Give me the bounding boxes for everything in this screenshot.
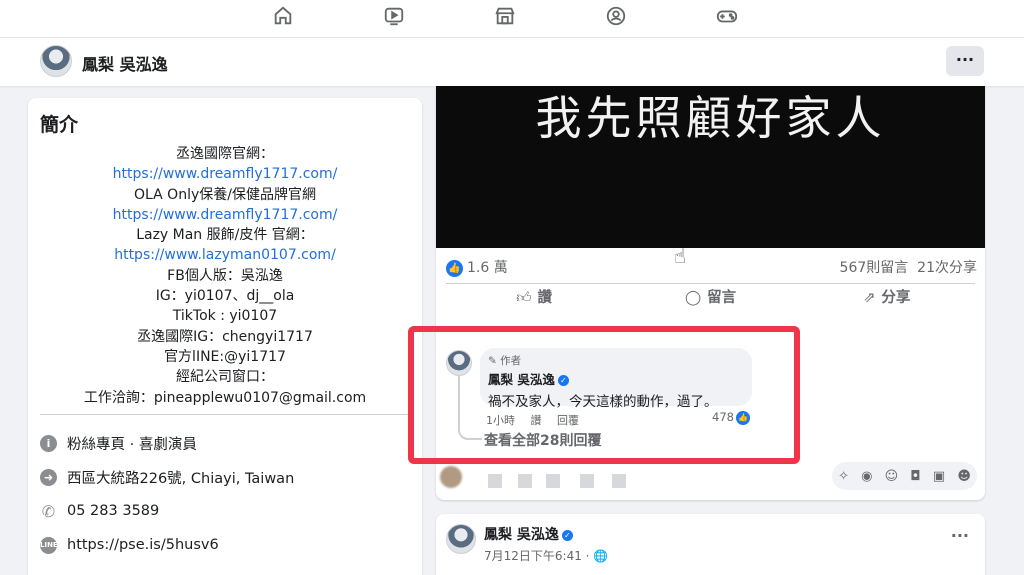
info-row-phone[interactable]: ✆ 05 283 3589 xyxy=(40,500,159,522)
location-icon: ➜ xyxy=(40,468,57,486)
post-more-button[interactable]: ··· xyxy=(951,526,969,545)
info-row-category: i 粉絲專頁 · 喜劇演員 xyxy=(40,432,197,454)
info-text: 粉絲專頁 · 喜劇演員 xyxy=(67,436,197,453)
shares-count[interactable]: 21次分享 xyxy=(917,260,977,276)
video-icon[interactable] xyxy=(383,5,405,27)
comment-label: 留言 xyxy=(707,290,737,306)
camera-icon[interactable]: ◘ xyxy=(910,469,920,484)
post-author-row: 鳳梨 吳泓逸 ✓ xyxy=(484,524,573,544)
bio-link[interactable]: https://www.lazyman0107.com/ xyxy=(28,245,422,265)
bio-line: FB個人版：吳泓逸 xyxy=(167,267,283,284)
share-icon: ⇗ xyxy=(863,290,876,306)
avatar-sticker-icon[interactable]: ✧ xyxy=(838,469,849,484)
video-caption: 我先照顧好家人 xyxy=(535,91,886,145)
more-options-button[interactable]: ··· xyxy=(946,46,984,76)
share-button[interactable]: ⇗ 分享 xyxy=(799,286,975,312)
phone-icon: ✆ xyxy=(41,501,56,521)
sticker-icon[interactable]: ◉ xyxy=(861,469,872,484)
bio-line: 經紀公司窗口： xyxy=(176,369,274,386)
avatar xyxy=(440,466,462,488)
comment-composer: ✧ ◉ ☺ ◘ ▣ ☻ xyxy=(436,462,985,492)
profile-header-bar: 鳳梨 吳泓逸 ··· xyxy=(0,38,1024,86)
bio-line: OLA Only保養/保健品牌官網 xyxy=(134,186,316,203)
like-reaction-icon: 👍 xyxy=(446,259,463,277)
likes-count[interactable]: 1.6 萬 xyxy=(467,260,508,276)
post-author[interactable]: 鳳梨 吳泓逸 xyxy=(484,527,559,543)
profile-name[interactable]: 鳳梨 吳泓逸 xyxy=(82,51,168,75)
avatar[interactable] xyxy=(40,45,72,77)
blurred-text xyxy=(518,474,532,488)
blurred-text xyxy=(488,474,502,488)
info-row-line[interactable]: LINE https://pse.is/5husv6 xyxy=(40,534,219,556)
top-navigation xyxy=(0,0,1024,38)
info-icon: i xyxy=(40,434,57,452)
bio-link[interactable]: https://www.dreamfly1717.com/ xyxy=(28,205,422,225)
post-stats: 👍 1.6 萬 567則留言 21次分享 xyxy=(446,257,977,279)
hand-cursor-icon: ☝ xyxy=(674,244,687,268)
info-text: 05 283 3589 xyxy=(67,503,160,519)
blurred-text xyxy=(546,474,560,488)
post-date[interactable]: 7月12日下午6:41 · 🌐 xyxy=(484,547,608,564)
comment-input[interactable]: ✧ ◉ ☺ ◘ ▣ ☻ xyxy=(832,462,977,490)
post-card: 鳳梨 吳泓逸 ✓ 7月12日下午6:41 · 🌐 ··· xyxy=(436,514,985,575)
bio-line: Lazy Man 服飾/皮件 官網： xyxy=(136,227,314,244)
like-label: 讚 xyxy=(537,290,552,306)
bio-line: 官方lINE:@yi1717 xyxy=(164,348,286,365)
intro-bio: 丞逸國際官網： https://www.dreamfly1717.com/ OL… xyxy=(28,144,422,408)
verified-icon: ✓ xyxy=(561,529,573,541)
bio-line: 丞逸國際IG：chengyi1717 xyxy=(137,328,313,345)
thumbs-up-icon: 👍︎ xyxy=(516,290,532,306)
bio-line: 丞逸國際官網： xyxy=(176,146,274,162)
comment-button[interactable]: ◯ 留言 xyxy=(622,286,798,312)
info-text: 西區大統路226號, Chiayi, Taiwan xyxy=(67,470,295,487)
comments-count[interactable]: 567則留言 xyxy=(840,260,909,276)
bio-line: TikTok : yi0107 xyxy=(172,308,278,325)
comment-icon: ◯ xyxy=(684,290,702,306)
bio-line: IG：yi0107、dj__ola xyxy=(155,288,295,305)
bio-link[interactable]: https://www.dreamfly1717.com/ xyxy=(28,164,422,184)
divider xyxy=(40,414,410,415)
gif-icon[interactable]: ▣ xyxy=(933,469,945,484)
marketplace-icon[interactable] xyxy=(494,5,516,27)
info-row-address[interactable]: ➜ 西區大統路226號, Chiayi, Taiwan xyxy=(40,466,294,488)
post-actions: 👍︎ 讚 ◯ 留言 ⇗ 分享 xyxy=(446,286,975,312)
line-icon: LINE xyxy=(40,536,58,554)
bio-line: 工作洽詢：pineapplewu0107@gmail.com xyxy=(83,389,367,406)
emoji-icon[interactable]: ☺ xyxy=(885,469,899,484)
share-label: 分享 xyxy=(881,290,911,306)
like-button[interactable]: 👍︎ 讚 xyxy=(446,286,622,312)
avatar[interactable] xyxy=(446,524,476,554)
home-icon[interactable] xyxy=(272,5,294,27)
gaming-icon[interactable] xyxy=(716,5,738,27)
intro-title: 簡介 xyxy=(40,114,79,136)
groups-icon[interactable] xyxy=(605,5,627,27)
info-text: https://pse.is/5husv6 xyxy=(67,537,219,553)
blurred-text xyxy=(612,474,626,488)
video-player[interactable]: 我先照顧好家人 xyxy=(436,86,985,248)
divider xyxy=(446,283,975,284)
highlight-box xyxy=(408,326,800,464)
sticker-pack-icon[interactable]: ☻ xyxy=(957,469,971,484)
blurred-text xyxy=(580,474,594,488)
intro-card: 簡介 丞逸國際官網： https://www.dreamfly1717.com/… xyxy=(28,98,422,575)
